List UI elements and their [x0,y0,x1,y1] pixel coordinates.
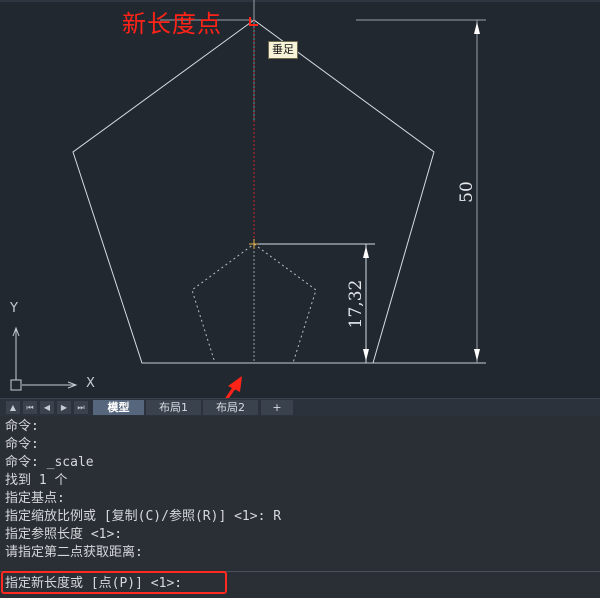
command-history-line: 命令: [5,419,39,434]
dim-inner-arrow-top [363,246,369,258]
command-history-line: 命令: _scale [5,455,94,470]
tab-layout1[interactable]: 布局1 [146,400,201,415]
tab-scroll-up-button[interactable]: ▲ [6,401,20,414]
dim-inner-text: 17,32 [346,280,366,329]
command-history-line: 请指定第二点获取距离: [5,545,143,560]
dim-outer-arrow-top [474,22,480,34]
tab-first-button[interactable]: ⏮ [23,401,37,414]
ucs-origin-box [10,379,22,391]
tab-next-button[interactable]: ▶ [57,401,71,414]
add-layout-button[interactable]: + [261,400,293,415]
drawing-canvas[interactable]: 17,32 50 新长度点 垂足 Y X [0,0,600,398]
tab-model[interactable]: 模型 [93,400,144,415]
command-window: 命令: 命令: 命令: _scale 找到 1 个 指定基点: 指定缩放比例或 … [0,416,600,598]
ucs-x-label: X [86,376,95,391]
annotation-arrow-line [225,381,240,398]
annotation-label: 新长度点 [122,10,222,38]
dim-outer-arrow-bottom [474,349,480,361]
command-history-line: 指定参照长度 <1>: [5,527,123,542]
layout-tab-bar: ▲ ⏮ ◀ ▶ ⏭ 模型 布局1 布局2 + [0,398,600,416]
prompt-highlight-box [1,571,227,594]
tab-prev-button[interactable]: ◀ [40,401,54,414]
command-history-line: 指定缩放比例或 [复制(C)/参照(R)] <1>: R [5,509,282,524]
command-history-line: 指定基点: [5,491,65,506]
snap-tooltip: 垂足 [268,41,298,59]
command-history-line: 找到 1 个 [5,473,68,488]
dim-inner-arrow-bottom [363,349,369,361]
tab-layout2[interactable]: 布局2 [203,400,258,415]
ucs-y-label: Y [10,301,18,316]
command-history-line: 命令: [5,437,39,452]
dim-outer-text: 50 [457,181,477,203]
drawing-svg: 17,32 50 [10,0,486,398]
tab-last-button[interactable]: ⏭ [74,401,88,414]
